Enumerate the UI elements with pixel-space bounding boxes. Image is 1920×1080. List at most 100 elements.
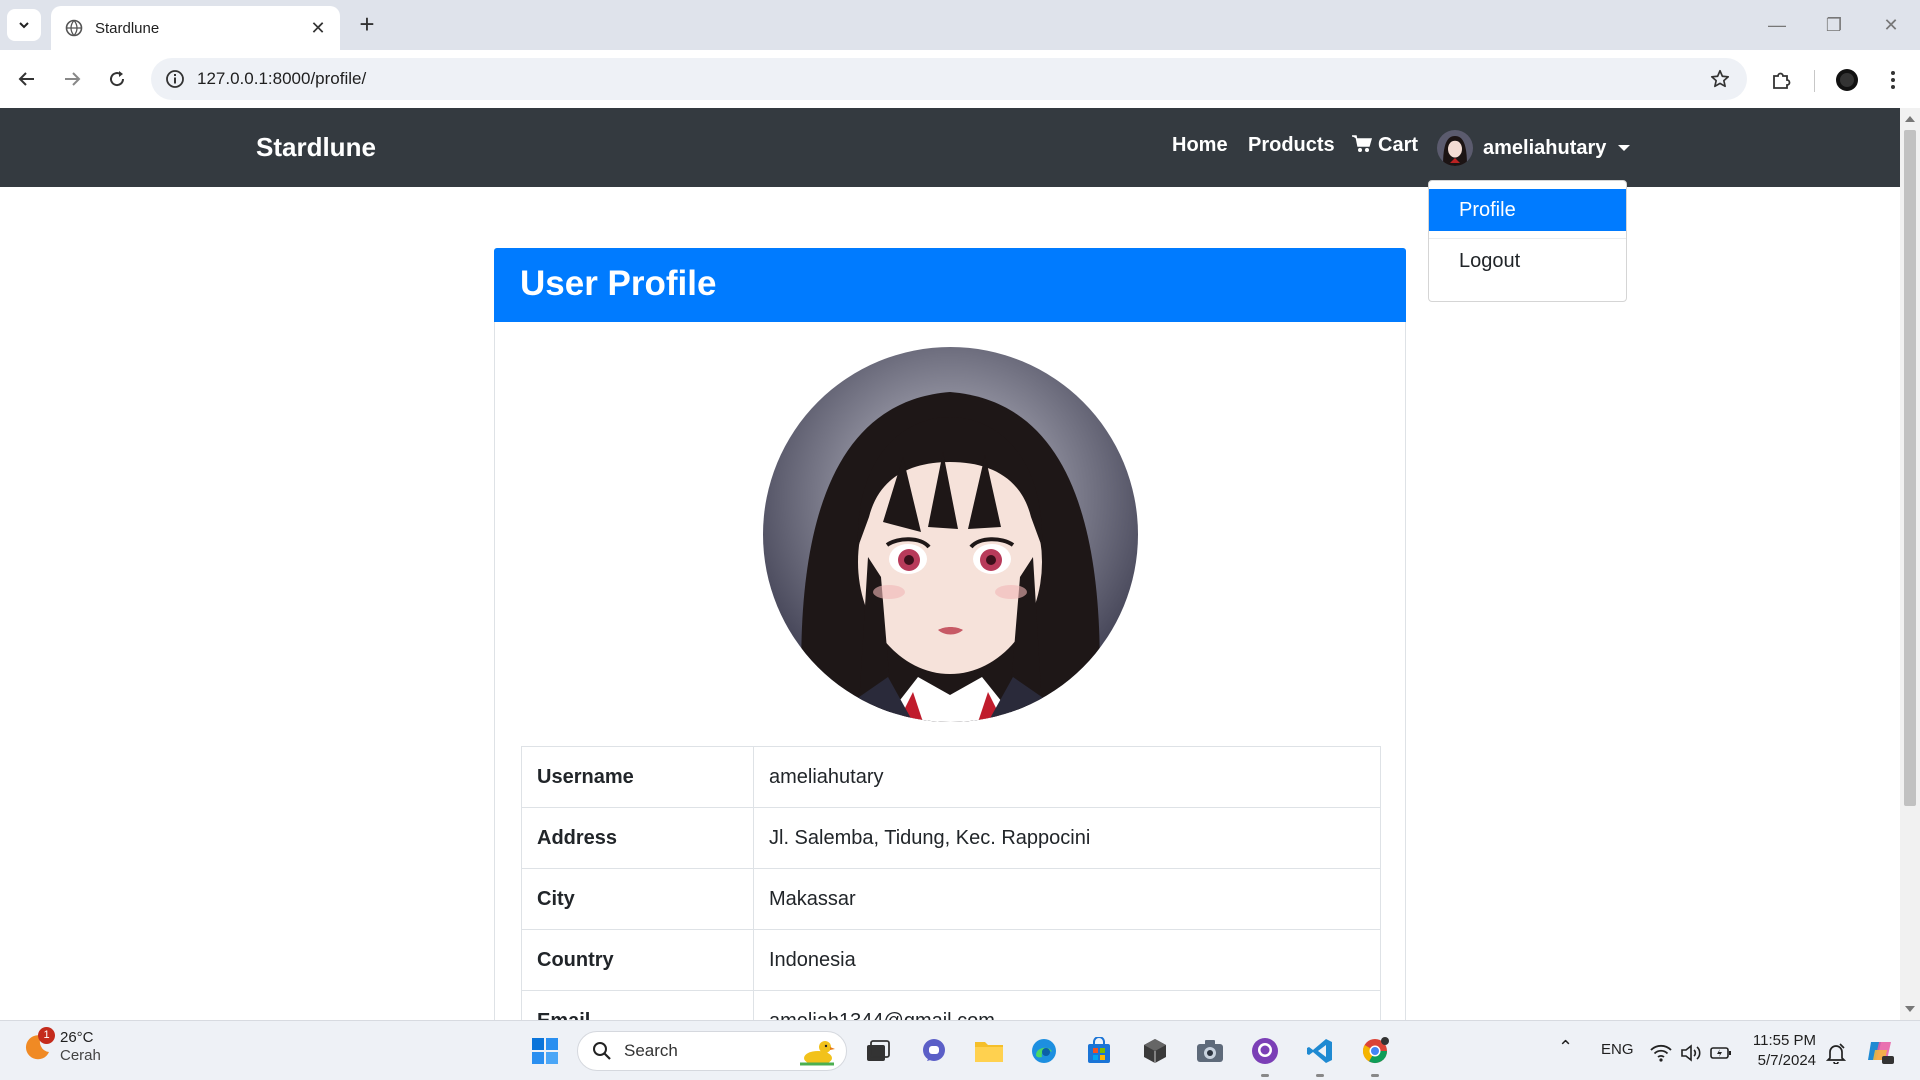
windows-taskbar: 1 26°C Cerah Search ⌃ ENG 11:55 PM 5/7/2… <box>0 1020 1920 1080</box>
nav-cart-label: Cart <box>1378 134 1419 156</box>
dropdown-divider <box>1429 238 1626 239</box>
volume-icon <box>1681 1044 1701 1062</box>
extensions-button[interactable] <box>1765 64 1797 96</box>
github-desktop-button[interactable] <box>1247 1033 1283 1077</box>
camera-button[interactable] <box>1192 1033 1228 1069</box>
url-text: 127.0.0.1:8000/profile/ <box>197 69 367 88</box>
page-viewport: Stardlune Home Products Cart ameliahutar… <box>0 108 1900 1020</box>
github-icon <box>1252 1038 1278 1064</box>
table-row: Username ameliahutary <box>521 746 1381 808</box>
browser-tabstrip: Stardlune ✕ + — ❐ ✕ <box>0 0 1920 50</box>
restore-button[interactable]: ❐ <box>1814 10 1854 40</box>
profile-card: User Profile Username ameliahutary Addre… <box>494 248 1406 1020</box>
arrow-left-icon <box>18 72 34 86</box>
card-title: User Profile <box>520 264 717 303</box>
profile-picture <box>763 347 1138 722</box>
row-value: ameliah1344@gmail.com <box>753 990 1381 1020</box>
camera-icon <box>1197 1040 1223 1062</box>
site-navbar: Stardlune Home Products Cart ameliahutar… <box>0 108 1900 187</box>
nav-home-link[interactable]: Home <box>1172 134 1228 157</box>
language-indicator[interactable]: ENG <box>1601 1041 1634 1058</box>
site-info-icon[interactable] <box>165 69 185 89</box>
taskbar-search[interactable]: Search <box>577 1031 847 1071</box>
scroll-thumb[interactable] <box>1904 130 1916 806</box>
card-header: User Profile <box>494 248 1406 322</box>
row-label: Address <box>521 807 754 869</box>
row-label: Username <box>521 746 754 808</box>
table-row: City Makassar <box>521 868 1381 930</box>
running-indicator <box>1261 1074 1269 1077</box>
search-label: Search <box>624 1041 678 1060</box>
reload-icon <box>110 71 125 87</box>
scroll-down-icon[interactable] <box>1905 1006 1915 1012</box>
row-label: City <box>521 868 754 930</box>
running-indicator <box>1371 1074 1379 1077</box>
edge-button[interactable] <box>1026 1033 1062 1069</box>
menu-button[interactable] <box>1877 64 1909 96</box>
start-button[interactable] <box>527 1033 563 1069</box>
chevron-down-icon <box>19 22 29 29</box>
tab-search-button[interactable] <box>7 9 41 41</box>
nav-products-link[interactable]: Products <box>1248 134 1335 157</box>
vscode-icon <box>1307 1039 1332 1063</box>
search-icon <box>593 1042 611 1060</box>
row-value: Jl. Salemba, Tidung, Kec. Rappocini <box>753 807 1381 869</box>
store-icon <box>1088 1037 1110 1063</box>
bookmark-star-icon[interactable] <box>1709 68 1731 90</box>
scroll-up-icon[interactable] <box>1905 116 1915 122</box>
table-row: Country Indonesia <box>521 929 1381 991</box>
row-label: Email <box>521 990 754 1020</box>
teams-chat-button[interactable] <box>916 1033 952 1069</box>
unity-button[interactable] <box>1137 1033 1173 1069</box>
brand-link[interactable]: Stardlune <box>256 132 376 163</box>
chrome-button[interactable] <box>1357 1033 1393 1077</box>
profile-button[interactable] <box>1831 64 1863 96</box>
chevron-up-icon[interactable]: ⌃ <box>1558 1037 1573 1058</box>
clock-time: 11:55 PM <box>1752 1032 1816 1049</box>
row-value: ameliahutary <box>753 746 1381 808</box>
globe-icon <box>65 19 83 37</box>
battery-button[interactable] <box>1703 1035 1739 1071</box>
caret-down-icon <box>1618 145 1631 151</box>
user-dropdown-toggle[interactable]: ameliahutary <box>1437 130 1631 166</box>
bell-icon <box>1826 1043 1846 1064</box>
dropdown-logout-item[interactable]: Logout <box>1429 240 1626 282</box>
table-row: Address Jl. Salemba, Tidung, Kec. Rappoc… <box>521 807 1381 869</box>
file-explorer-button[interactable] <box>971 1033 1007 1069</box>
page-scrollbar[interactable] <box>1900 108 1920 1020</box>
chat-icon <box>923 1039 945 1061</box>
address-bar[interactable]: 127.0.0.1:8000/profile/ <box>151 58 1747 100</box>
close-tab-icon[interactable]: ✕ <box>308 18 328 39</box>
weather-widget[interactable]: 1 26°C Cerah <box>22 1027 101 1065</box>
weather-badge: 1 <box>38 1027 55 1044</box>
nav-cart-link[interactable]: Cart <box>1352 134 1418 157</box>
close-window-button[interactable]: ✕ <box>1871 10 1911 40</box>
duck-icon <box>800 1041 835 1066</box>
store-button[interactable] <box>1081 1033 1117 1069</box>
browser-toolbar: 127.0.0.1:8000/profile/ <box>0 50 1920 108</box>
task-view-button[interactable] <box>860 1033 896 1069</box>
minimize-button[interactable]: — <box>1757 10 1797 40</box>
folder-icon <box>975 1042 1003 1062</box>
forward-button[interactable] <box>56 63 88 95</box>
user-avatar <box>1437 130 1473 166</box>
username-label: ameliahutary <box>1483 136 1607 159</box>
profile-avatar-icon <box>1836 69 1858 91</box>
vscode-button[interactable] <box>1302 1033 1338 1077</box>
table-row: Email ameliah1344@gmail.com <box>521 990 1381 1020</box>
task-view-icon <box>867 1040 890 1061</box>
browser-tab[interactable]: Stardlune ✕ <box>51 6 340 50</box>
arrow-right-icon <box>65 72 81 86</box>
clock-date: 5/7/2024 <box>1757 1052 1816 1069</box>
taskbar-clock[interactable]: 11:55 PM 5/7/2024 <box>1752 1031 1816 1071</box>
toolbar-divider <box>1814 70 1815 92</box>
edge-icon <box>1032 1039 1056 1063</box>
new-tab-button[interactable]: + <box>352 10 382 40</box>
notifications-button[interactable] <box>1818 1035 1854 1071</box>
back-button[interactable] <box>11 63 43 95</box>
dropdown-profile-item[interactable]: Profile <box>1429 189 1626 231</box>
copilot-button[interactable] <box>1862 1033 1898 1069</box>
reload-button[interactable] <box>101 63 133 95</box>
row-label: Country <box>521 929 754 991</box>
tab-title: Stardlune <box>95 19 160 37</box>
